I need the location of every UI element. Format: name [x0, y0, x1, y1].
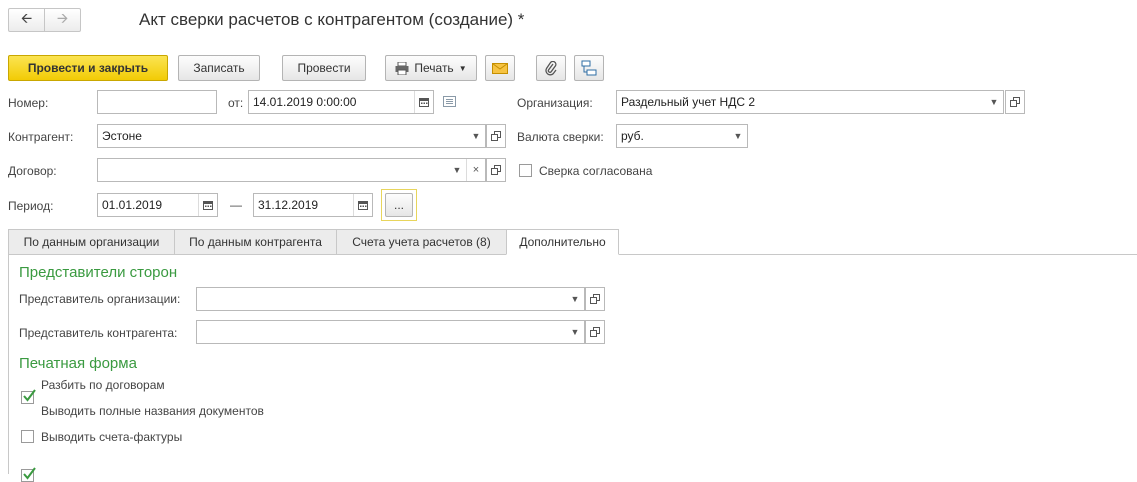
post-button[interactable]: Провести [282, 55, 366, 81]
org-rep-field[interactable]: ▼ [196, 287, 585, 311]
post-and-close-button[interactable]: Провести и закрыть [8, 55, 168, 81]
paperclip-icon [545, 60, 557, 76]
option-checkbox-invoices[interactable] [21, 467, 36, 482]
save-button[interactable]: Записать [178, 55, 260, 81]
chevron-down-icon: ▼ [458, 63, 467, 73]
date-field[interactable]: 14.01.2019 0:00:00 [248, 90, 434, 114]
tab-settlement-accounts[interactable]: Счета учета расчетов (8) [336, 229, 507, 255]
tab-counterparty-data[interactable]: По данным контрагента [174, 229, 337, 255]
option-checkbox-split-contracts[interactable] [21, 389, 36, 404]
period-from-value: 01.01.2019 [102, 198, 163, 212]
period-select-button[interactable]: ... [385, 193, 413, 217]
period-to-value: 31.12.2019 [258, 198, 319, 212]
agreed-checkbox[interactable] [519, 164, 532, 177]
date-value: 14.01.2019 0:00:00 [253, 95, 357, 109]
organization-value: Раздельный учет НДС 2 [621, 95, 756, 109]
agreed-label: Сверка согласована [539, 164, 653, 178]
dropdown-icon[interactable]: ▼ [566, 288, 584, 310]
forward-button[interactable]: 🡪 [44, 8, 81, 32]
attach-button[interactable] [536, 55, 566, 81]
currency-label: Валюта сверки: [517, 130, 604, 144]
period-from-field[interactable]: 01.01.2019 [97, 193, 218, 217]
number-value [98, 91, 216, 113]
open-icon[interactable] [1005, 90, 1025, 114]
number-label: Номер: [8, 96, 49, 110]
period-to-field[interactable]: 31.12.2019 [253, 193, 373, 217]
printer-icon [395, 61, 409, 75]
arrow-left-icon: 🡨 [20, 10, 33, 26]
tab-panel-border [8, 255, 9, 474]
print-form-header: Печатная форма [19, 355, 137, 372]
email-button[interactable] [485, 55, 515, 81]
calendar-icon[interactable] [198, 194, 217, 216]
dropdown-icon[interactable]: ▼ [448, 159, 466, 181]
contract-label: Договор: [8, 164, 57, 178]
structure-button[interactable] [574, 55, 604, 81]
arrow-right-icon: 🡪 [56, 10, 69, 26]
hierarchy-icon [581, 60, 597, 76]
dropdown-icon[interactable]: ▼ [729, 125, 747, 147]
period-separator: — [230, 198, 242, 212]
tab-organization-data[interactable]: По данным организации [8, 229, 175, 255]
org-rep-value [197, 288, 566, 310]
dropdown-icon[interactable]: ▼ [467, 125, 485, 147]
counterparty-field[interactable]: Эстоне ▼ [97, 124, 486, 148]
calendar-icon[interactable] [414, 91, 433, 113]
organization-label: Организация: [517, 96, 593, 110]
contract-field[interactable]: ▼ × [97, 158, 486, 182]
period-label: Период: [8, 199, 54, 213]
counterparty-value: Эстоне [102, 129, 142, 143]
organization-field[interactable]: Раздельный учет НДС 2 ▼ [616, 90, 1004, 114]
checkmark-icon [23, 389, 36, 402]
option-label-invoices: Выводить счета-фактуры [41, 430, 183, 444]
cp-rep-label: Представитель контрагента: [19, 326, 178, 340]
org-rep-label: Представитель организации: [19, 292, 181, 306]
currency-value: руб. [621, 129, 644, 143]
contract-value [98, 159, 448, 181]
back-button[interactable]: 🡨 [8, 8, 45, 32]
dropdown-icon[interactable]: ▼ [566, 321, 584, 343]
history-icon[interactable] [443, 96, 456, 107]
date-label: от: [228, 96, 244, 110]
tab-additional[interactable]: Дополнительно [506, 229, 619, 255]
calendar-icon[interactable] [353, 194, 372, 216]
print-label: Печать [414, 61, 454, 75]
cp-rep-value [197, 321, 566, 343]
open-icon[interactable] [585, 287, 605, 311]
dropdown-icon[interactable]: ▼ [985, 91, 1003, 113]
representatives-header: Представители сторон [19, 264, 178, 281]
print-button[interactable]: Печать ▼ [385, 55, 477, 81]
counterparty-label: Контрагент: [8, 130, 74, 144]
page-title: Акт сверки расчетов с контрагентом (созд… [139, 10, 525, 29]
option-checkbox-full-doc-names[interactable] [21, 430, 34, 443]
number-field[interactable] [97, 90, 217, 114]
option-label-full-doc-names: Выводить полные названия документов [41, 404, 264, 418]
open-icon[interactable] [486, 124, 506, 148]
clear-icon[interactable]: × [466, 159, 485, 181]
option-label-split-contracts: Разбить по договорам [41, 378, 165, 392]
open-icon[interactable] [585, 320, 605, 344]
cp-rep-field[interactable]: ▼ [196, 320, 585, 344]
envelope-icon [492, 62, 508, 74]
currency-field[interactable]: руб. ▼ [616, 124, 748, 148]
open-icon[interactable] [486, 158, 506, 182]
